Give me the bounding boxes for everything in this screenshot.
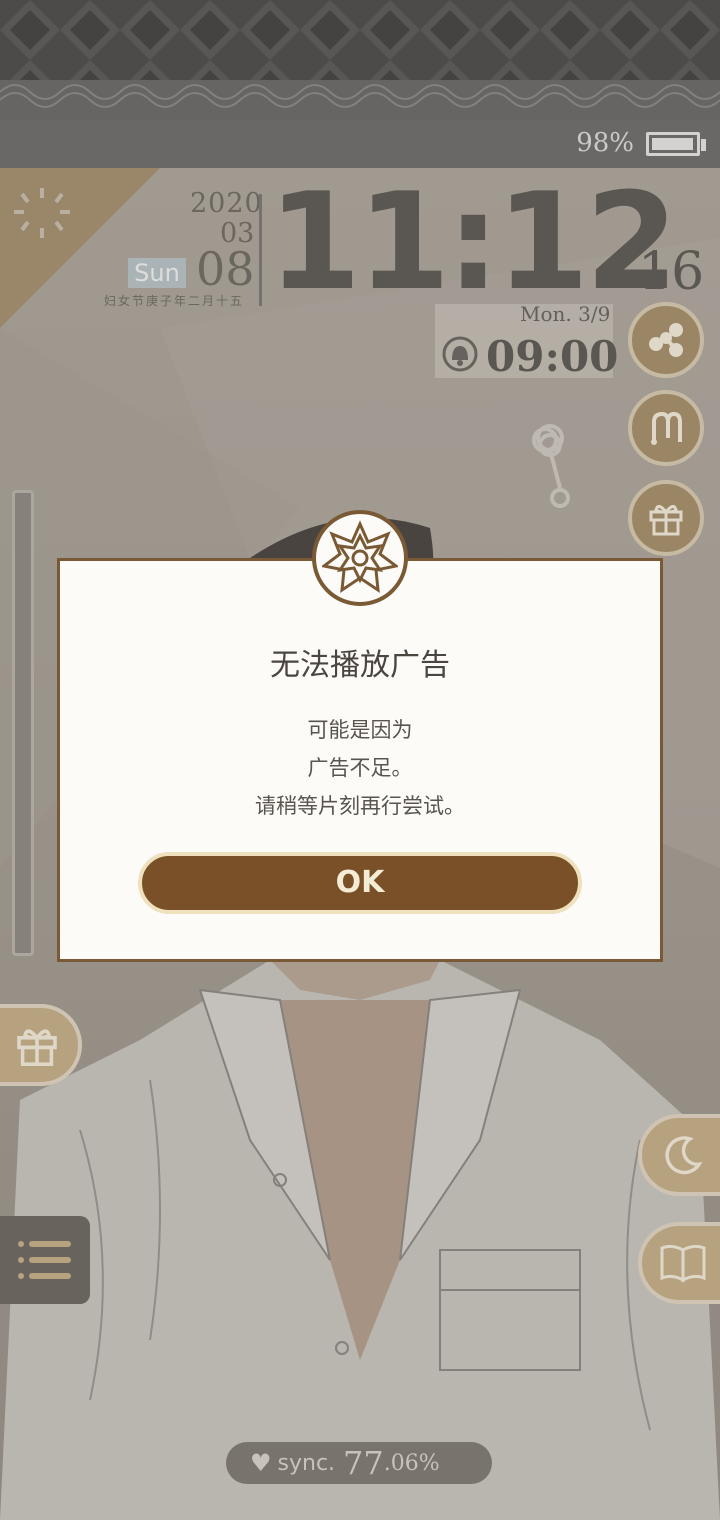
dialog-message-line-2: 广告不足。	[307, 756, 413, 780]
dialog-message-line-1: 可能是因为	[307, 718, 413, 742]
dialog-title: 无法播放广告	[270, 648, 450, 683]
ok-button[interactable]: OK	[138, 852, 582, 914]
flower-emblem-icon	[312, 510, 408, 606]
dialog-message-line-3: 请稍等片刻再行尝试。	[255, 794, 465, 818]
